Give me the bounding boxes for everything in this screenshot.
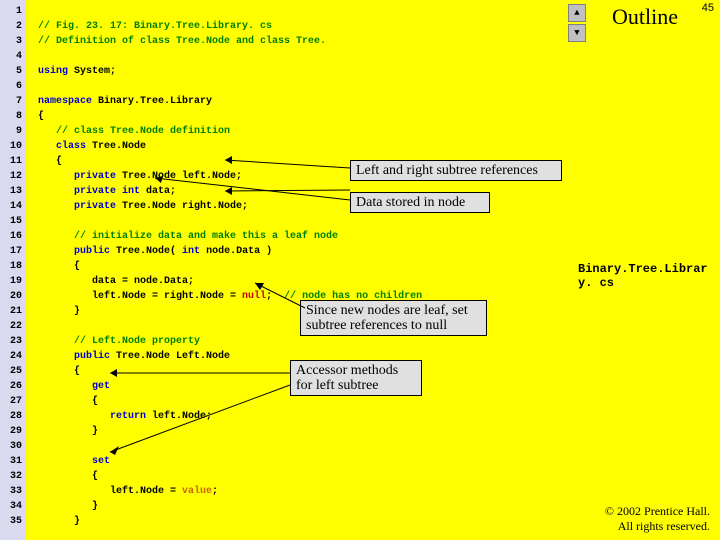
code-line: // class Tree.Node definition	[38, 126, 230, 137]
callout-new-nodes: Since new nodes are leaf, set subtree re…	[300, 300, 487, 336]
line-number: 23	[0, 334, 22, 349]
line-number-gutter: 1234567891011121314151617181920212223242…	[0, 0, 26, 540]
code-line: return left.Node;	[38, 411, 212, 422]
line-number: 28	[0, 409, 22, 424]
chevron-up-icon: ▲	[574, 8, 579, 18]
line-number: 7	[0, 94, 22, 109]
line-number: 4	[0, 49, 22, 64]
line-number: 30	[0, 439, 22, 454]
line-number: 26	[0, 379, 22, 394]
outline-heading: Outline	[612, 4, 678, 30]
code-line: {	[38, 111, 44, 122]
code-line: // initialize data and make this a leaf …	[38, 231, 338, 242]
line-number: 6	[0, 79, 22, 94]
code-line: {	[38, 366, 80, 377]
callout-accessor: Accessor methods for left subtree	[290, 360, 422, 396]
chevron-down-icon: ▼	[574, 28, 579, 38]
line-number: 35	[0, 514, 22, 529]
code-line: public Tree.Node( int node.Data )	[38, 246, 272, 257]
code-line: class Tree.Node	[38, 141, 146, 152]
code-line: private int data;	[38, 186, 176, 197]
file-label: Binary.Tree.Librar y. cs	[578, 262, 718, 290]
scroll-up-button[interactable]: ▲	[568, 4, 586, 22]
line-number: 22	[0, 319, 22, 334]
line-number: 18	[0, 259, 22, 274]
code-line: }	[38, 501, 98, 512]
callout-subtree-refs: Left and right subtree references	[350, 160, 562, 181]
line-number: 17	[0, 244, 22, 259]
line-number: 33	[0, 484, 22, 499]
line-number: 11	[0, 154, 22, 169]
line-number: 25	[0, 364, 22, 379]
line-number: 19	[0, 274, 22, 289]
line-number: 24	[0, 349, 22, 364]
line-number: 20	[0, 289, 22, 304]
code-line: // Definition of class Tree.Node and cla…	[38, 36, 326, 47]
line-number: 8	[0, 109, 22, 124]
code-line: private Tree.Node right.Node;	[38, 201, 248, 212]
code-line: public Tree.Node Left.Node	[38, 351, 230, 362]
line-number: 9	[0, 124, 22, 139]
line-number: 1	[0, 4, 22, 19]
code-line: {	[38, 396, 98, 407]
code-line: // Fig. 23. 17: Binary.Tree.Library. cs	[38, 21, 272, 32]
code-line: data = node.Data;	[38, 276, 194, 287]
code-line: }	[38, 516, 80, 527]
code-line: {	[38, 261, 80, 272]
scroll-down-button[interactable]: ▼	[568, 24, 586, 42]
code-line: namespace Binary.Tree.Library	[38, 96, 212, 107]
code-line: }	[38, 426, 98, 437]
code-line: {	[38, 471, 98, 482]
line-number: 32	[0, 469, 22, 484]
line-number: 2	[0, 19, 22, 34]
line-number: 10	[0, 139, 22, 154]
copyright-text: © 2002 Prentice Hall. All rights reserve…	[605, 504, 710, 534]
code-line: get	[38, 381, 110, 392]
callout-data-stored: Data stored in node	[350, 192, 490, 213]
code-line: }	[38, 306, 80, 317]
code-listing: // Fig. 23. 17: Binary.Tree.Library. cs …	[38, 4, 422, 529]
code-line: using System;	[38, 66, 116, 77]
line-number: 16	[0, 229, 22, 244]
line-number: 14	[0, 199, 22, 214]
code-line: left.Node = value;	[38, 486, 218, 497]
line-number: 5	[0, 64, 22, 79]
line-number: 27	[0, 394, 22, 409]
line-number: 12	[0, 169, 22, 184]
code-line: set	[38, 456, 110, 467]
page-number: 45	[702, 2, 714, 14]
line-number: 29	[0, 424, 22, 439]
line-number: 21	[0, 304, 22, 319]
line-number: 3	[0, 34, 22, 49]
code-line: // Left.Node property	[38, 336, 200, 347]
line-number: 15	[0, 214, 22, 229]
line-number: 34	[0, 499, 22, 514]
line-number: 13	[0, 184, 22, 199]
code-line: private Tree.Node left.Node;	[38, 171, 242, 182]
code-line: {	[38, 156, 62, 167]
line-number: 31	[0, 454, 22, 469]
